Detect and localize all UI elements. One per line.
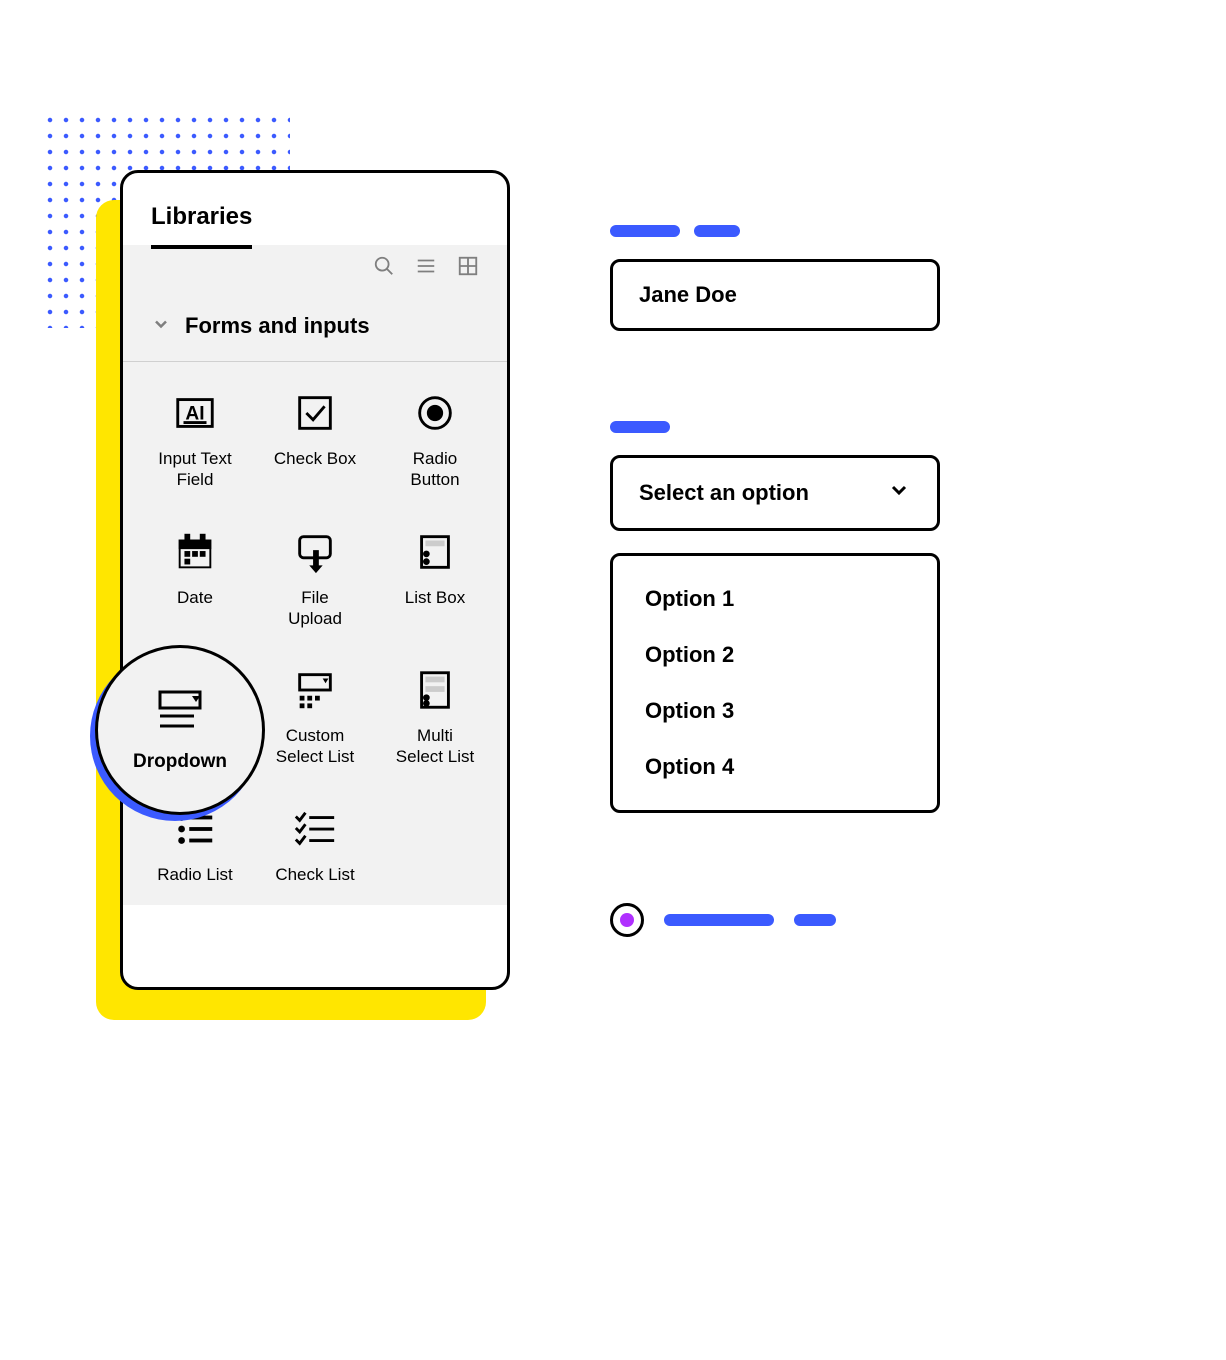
section-header[interactable]: Forms and inputs: [123, 291, 507, 362]
lib-item-check-box[interactable]: Check Box: [255, 390, 375, 491]
placeholder-label: [610, 225, 940, 237]
lib-item-label: Radio Button: [410, 448, 459, 491]
lib-item-label: Date: [177, 587, 213, 608]
lib-item-label: Check Box: [274, 448, 356, 469]
panel-title: Libraries: [151, 203, 252, 249]
placeholder-label: [794, 914, 836, 926]
chevron-down-icon: [151, 314, 171, 339]
examples-column: Jane Doe Select an option Option 1 Optio…: [610, 225, 940, 937]
lib-item-label: Radio List: [157, 864, 233, 885]
lib-item-label: Input Text Field: [158, 448, 231, 491]
lib-item-label: List Box: [405, 587, 465, 608]
placeholder-label: [664, 914, 774, 926]
option-item[interactable]: Option 2: [645, 642, 905, 668]
multi-select-icon: [412, 667, 458, 713]
option-item[interactable]: Option 1: [645, 586, 905, 612]
lib-item-dropdown[interactable]: Dropdown: [95, 645, 265, 815]
lib-item-radio-button[interactable]: Radio Button: [375, 390, 495, 491]
lib-item-custom-select-list[interactable]: Custom Select List: [255, 667, 375, 768]
upload-icon: [292, 529, 338, 575]
text-input-value: Jane Doe: [639, 282, 737, 307]
radio-inner-dot: [620, 913, 634, 927]
panel-header: Libraries: [123, 173, 507, 249]
chevron-down-icon: [887, 478, 911, 508]
calendar-icon: [172, 529, 218, 575]
search-icon[interactable]: [373, 255, 395, 277]
lib-item-check-list[interactable]: Check List: [255, 806, 375, 885]
listbox-icon: [412, 529, 458, 575]
lib-item-label: Custom Select List: [276, 725, 354, 768]
text-input[interactable]: Jane Doe: [610, 259, 940, 331]
dropdown-icon: [154, 686, 206, 738]
lib-item-multi-select-list[interactable]: Multi Select List: [375, 667, 495, 768]
checkbox-icon: [292, 390, 338, 436]
text-field-icon: AI: [172, 390, 218, 436]
option-item[interactable]: Option 4: [645, 754, 905, 780]
radio-button[interactable]: [610, 903, 644, 937]
dropdown-example: Select an option Option 1 Option 2 Optio…: [610, 421, 940, 813]
list-view-icon[interactable]: [415, 255, 437, 277]
lib-item-input-text-field[interactable]: AI Input Text Field: [135, 390, 255, 491]
libraries-panel: Libraries Forms and inputs AI: [120, 170, 510, 990]
lib-item-list-box[interactable]: List Box: [375, 529, 495, 630]
text-field-example: Jane Doe: [610, 225, 940, 331]
placeholder-label: [610, 421, 940, 433]
lib-item-label: Check List: [275, 864, 354, 885]
library-item-grid: AI Input Text Field Check Box Radio Butt…: [123, 362, 507, 905]
check-list-icon: [292, 806, 338, 852]
select-input[interactable]: Select an option: [610, 455, 940, 531]
radio-icon: [412, 390, 458, 436]
lib-item-label: File Upload: [288, 587, 342, 630]
custom-select-icon: [292, 667, 338, 713]
options-list: Option 1 Option 2 Option 3 Option 4: [610, 553, 940, 813]
lib-item-file-upload[interactable]: File Upload: [255, 529, 375, 630]
section-title: Forms and inputs: [185, 313, 370, 339]
grid-view-icon[interactable]: [457, 255, 479, 277]
lib-item-label: Multi Select List: [396, 725, 474, 768]
lib-item-label: Dropdown: [133, 750, 227, 774]
lib-item-date[interactable]: Date: [135, 529, 255, 630]
select-placeholder: Select an option: [639, 480, 809, 506]
panel-toolbar: [123, 245, 507, 291]
radio-example: [610, 903, 940, 937]
option-item[interactable]: Option 3: [645, 698, 905, 724]
lib-item-radio-list[interactable]: Radio List: [135, 806, 255, 885]
